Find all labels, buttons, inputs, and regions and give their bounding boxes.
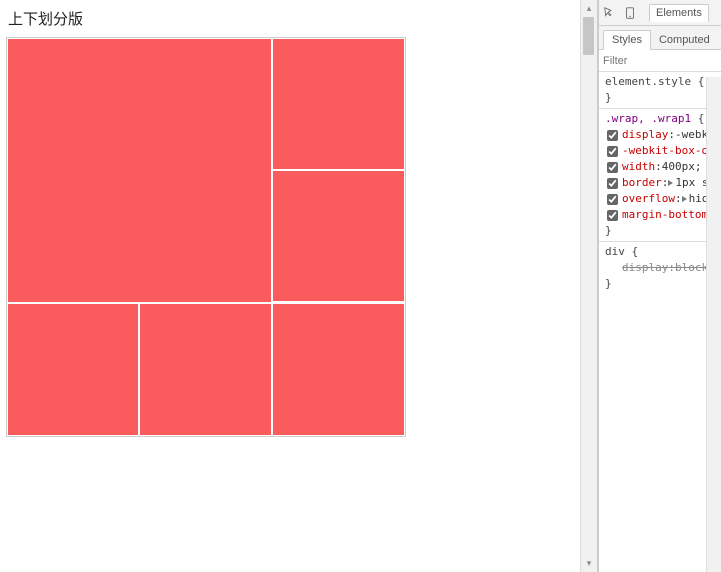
styles-filter — [599, 50, 721, 72]
scroll-down-button[interactable]: ▾ — [582, 555, 597, 572]
css-declaration[interactable]: margin-bottom: — [605, 207, 719, 223]
css-rule[interactable]: .wrap, .wrap1 { display: -webki -webkit-… — [605, 111, 719, 239]
inspect-element-icon[interactable] — [603, 5, 617, 21]
css-rule[interactable]: element.style { } — [605, 74, 719, 106]
css-declaration[interactable]: -webkit-box-ori — [605, 143, 719, 159]
layout-wrap — [6, 37, 406, 437]
css-property[interactable]: margin-bottom — [622, 207, 708, 223]
brace-open: { — [698, 112, 705, 125]
css-declaration[interactable]: overflow: hidd — [605, 191, 719, 207]
css-value[interactable]: 400px; — [662, 159, 702, 175]
subtab-styles[interactable]: Styles — [603, 30, 651, 50]
prop-toggle-checkbox[interactable] — [607, 178, 618, 189]
css-declaration[interactable]: border: 1px so — [605, 175, 719, 191]
layout-row-top — [7, 38, 405, 303]
rule-separator — [599, 241, 721, 242]
css-selector: element.style — [605, 75, 691, 88]
prop-toggle-checkbox[interactable] — [607, 146, 618, 157]
layout-row-bottom — [7, 303, 405, 436]
css-property[interactable]: overflow — [622, 191, 675, 207]
expand-triangle-icon[interactable] — [682, 196, 687, 202]
css-declaration[interactable]: display: -webki — [605, 127, 719, 143]
css-property[interactable]: width — [622, 159, 655, 175]
prop-toggle-checkbox[interactable] — [607, 194, 618, 205]
layout-cell — [272, 303, 405, 436]
devtools-toolbar: Elements N — [599, 0, 721, 26]
styles-rules: element.style { } .wrap, .wrap1 { displa… — [599, 72, 721, 292]
prop-toggle-checkbox[interactable] — [607, 210, 618, 221]
device-toggle-icon[interactable] — [623, 5, 637, 21]
css-property[interactable]: display — [622, 127, 668, 143]
styles-subtabs: Styles Computed — [599, 26, 721, 50]
filter-input[interactable] — [603, 55, 717, 67]
layout-cell — [272, 170, 405, 302]
devtools-scrollbar[interactable] — [706, 77, 721, 572]
scroll-up-button[interactable]: ▴ — [582, 0, 597, 17]
devtools-panel: Elements N Styles Computed element.style… — [597, 0, 721, 572]
brace-open: { — [698, 75, 705, 88]
css-declaration[interactable]: width: 400px; — [605, 159, 719, 175]
css-rule[interactable]: div { display: block; } — [605, 244, 719, 292]
brace-close: } — [605, 224, 612, 237]
tab-next[interactable]: N — [715, 5, 721, 21]
prop-toggle-checkbox[interactable] — [607, 130, 618, 141]
prop-toggle-checkbox[interactable] — [607, 162, 618, 173]
css-selector: div — [605, 245, 625, 258]
expand-triangle-icon[interactable] — [668, 180, 673, 186]
css-property[interactable]: display — [622, 260, 668, 276]
brace-close: } — [605, 277, 612, 290]
brace-close: } — [605, 91, 612, 104]
page-scrollbar[interactable]: ▴ ▾ — [580, 0, 597, 572]
page-content: 上下划分版 — [0, 0, 580, 572]
layout-side-column — [272, 38, 405, 303]
devtools-body: Styles Computed element.style { } .wrap,… — [599, 26, 721, 572]
scroll-thumb[interactable] — [583, 17, 594, 55]
css-declaration[interactable]: display: block; — [605, 260, 719, 276]
subtab-computed[interactable]: Computed — [651, 31, 718, 49]
layout-cell — [7, 38, 272, 303]
layout-cell — [272, 38, 405, 170]
layout-cell — [139, 303, 272, 436]
scroll-track[interactable] — [581, 17, 597, 555]
css-selector: .wrap, .wrap1 — [605, 112, 691, 125]
layout-cell — [7, 303, 139, 436]
css-property[interactable]: border — [622, 175, 662, 191]
page-title: 上下划分版 — [8, 8, 574, 29]
rule-separator — [599, 108, 721, 109]
brace-open: { — [632, 245, 639, 258]
tab-elements[interactable]: Elements — [649, 4, 709, 22]
